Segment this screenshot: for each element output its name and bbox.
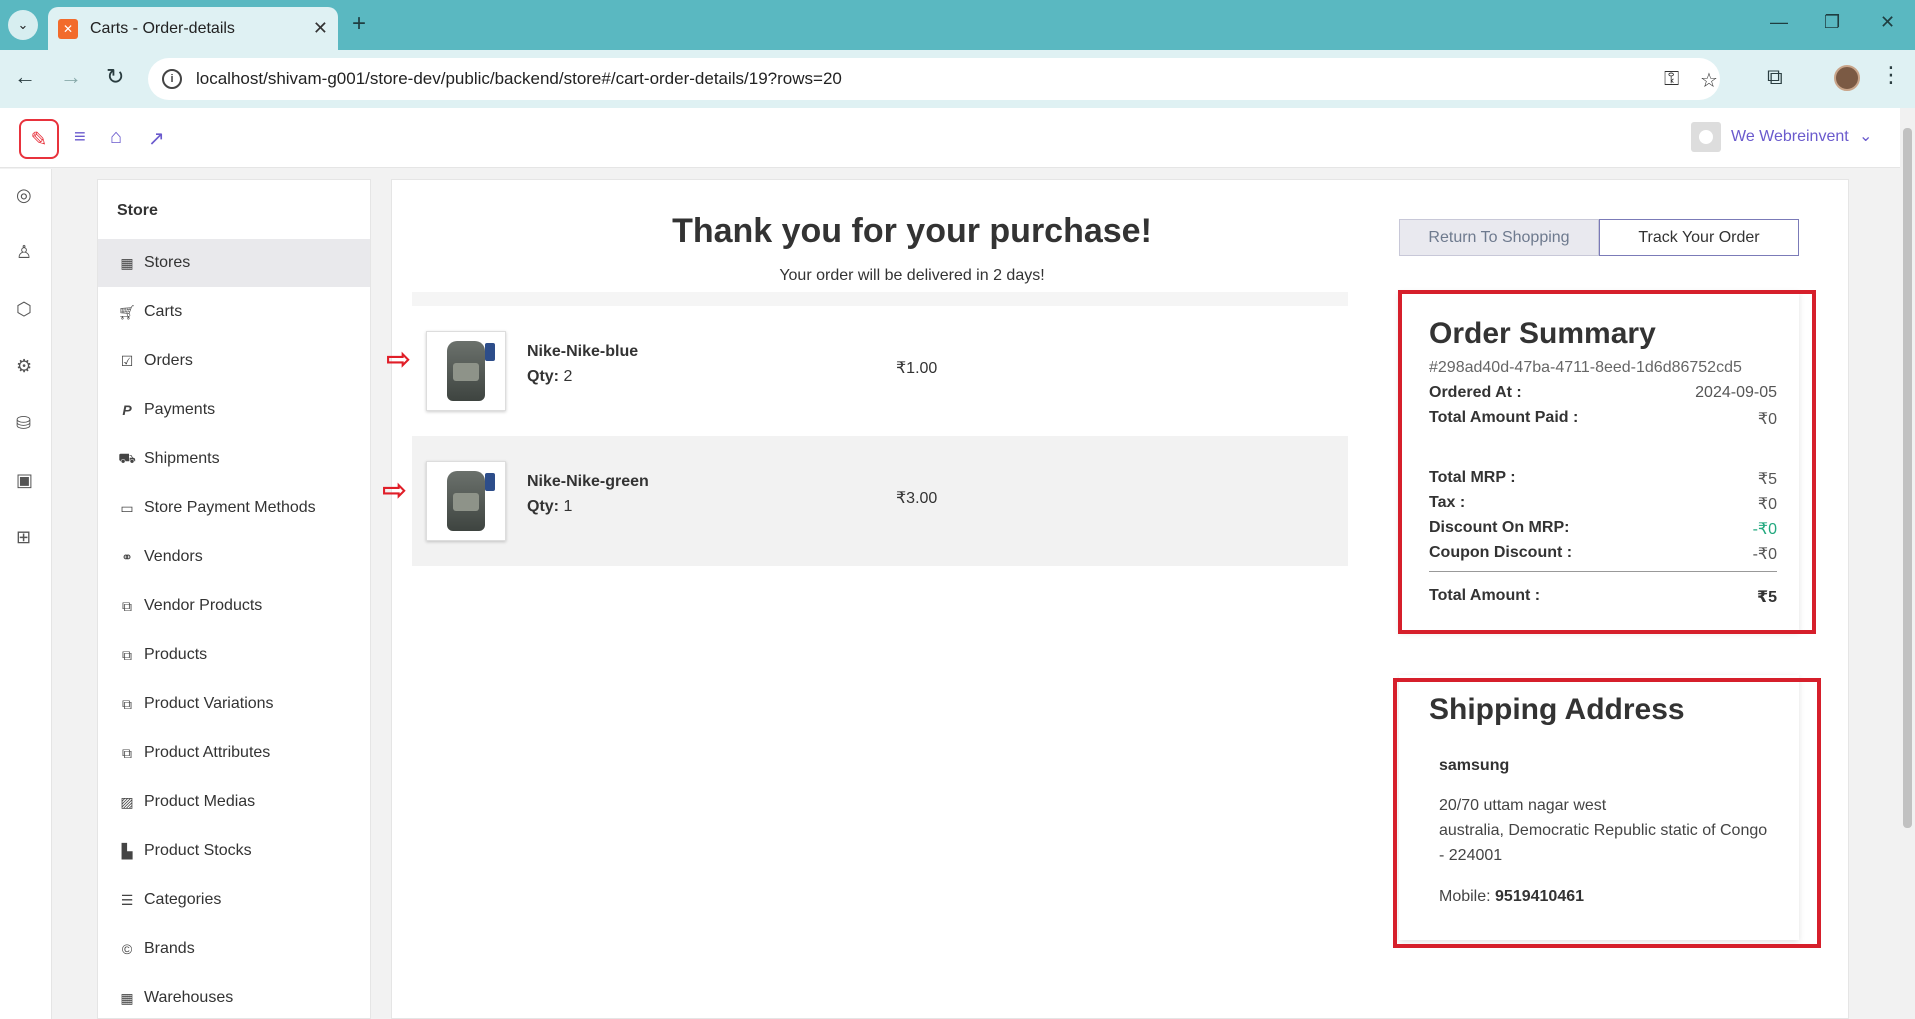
gear-icon[interactable]: ⚙ [16,356,32,377]
restore-button[interactable]: ❐ [1824,12,1840,33]
truck-icon: ⛟ [118,449,136,466]
database-icon[interactable]: ⛁ [16,413,31,434]
page-scrollbar[interactable] [1900,108,1915,1019]
sidebar-item-product-medias[interactable]: ▨ Product Medias [98,778,370,826]
user-icon[interactable]: ♙ [16,242,32,263]
sidebar-item-vendor-products[interactable]: ⧉ Vendor Products [98,582,370,630]
compass-icon[interactable]: ◎ [16,185,32,206]
sidebar-item-shipments[interactable]: ⛟ Shipments [98,435,370,483]
url-input[interactable]: i localhost/shivam-g001/store-dev/public… [148,58,1720,100]
browser-tab[interactable]: ✕ Carts - Order-details ✕ [48,7,338,50]
sidebar-item-orders[interactable]: ☑ Orders [98,337,370,385]
browser-menu-icon[interactable]: ⋮ [1880,62,1902,88]
sidebar-item-brands[interactable]: © Brands [98,925,370,973]
chevron-down-icon[interactable]: ⌄ [1859,126,1872,146]
favicon-icon: ✕ [58,18,78,39]
image-icon: ▨ [120,793,134,810]
window-close-button[interactable]: ✕ [1880,12,1895,33]
sidebar-item-product-variations[interactable]: ⧉ Product Variations [98,680,370,728]
scrollbar-thumb[interactable] [1903,128,1912,828]
tab-search-button[interactable]: ⌄ [8,10,38,40]
order-details-panel: Thank you for your purchase! Your order … [382,179,1849,1019]
tab-title: Carts - Order-details [90,19,235,37]
copy-icon: ⧉ [122,646,132,663]
product-image [426,331,506,411]
sidebar-title: Store [117,202,158,219]
sidebar-item-payments[interactable]: P Payments [98,386,370,434]
new-tab-button[interactable]: + [352,10,366,38]
sidebar-item-stores[interactable]: ▦ Stores [98,239,370,287]
reload-button[interactable]: ↻ [106,64,124,90]
copy-icon: ⧉ [122,597,132,614]
product-qty: Qty: 2 [527,368,573,385]
url-text: localhost/shivam-g001/store-dev/public/b… [196,69,842,88]
grid-icon[interactable]: ⊞ [16,527,31,548]
sidebar-item-carts[interactable]: 🛒︎ Carts [98,288,370,336]
credit-card-icon: ▭ [120,499,134,516]
product-name: Nike-Nike-green [527,473,649,490]
site-info-icon[interactable]: i [162,69,182,89]
page-title: Thank you for your purchase! [672,212,1152,250]
external-link-icon[interactable]: ↗ [148,126,165,151]
handshake-icon: ⚭ [121,548,133,565]
building-icon: ▦ [120,989,134,1006]
box-icon[interactable]: ⬡ [16,299,32,320]
store-sidebar: Store ▦ Stores 🛒︎ Carts ☑ Orders P Payments … [97,179,371,1019]
highlight-box [1398,290,1816,634]
user-name[interactable]: We Webreinvent [1731,128,1849,146]
image-icon[interactable]: ▣ [16,470,33,491]
app-logo-icon[interactable]: ✎ [19,119,59,159]
key-icon[interactable]: ⚿ [1664,68,1679,91]
product-qty: Qty: 1 [527,498,573,515]
profile-avatar[interactable] [1834,65,1860,91]
sidebar-item-vendors[interactable]: ⚭ Vendors [98,533,370,581]
address-bar: ← → ↻ i localhost/shivam-g001/store-dev/… [0,50,1915,108]
home-icon[interactable]: ⌂ [110,126,122,149]
order-item-row: Nike-Nike-blue Qty: 2 ₹1.00 [412,306,1348,436]
sidebar-item-product-attributes[interactable]: ⧉ Product Attributes [98,729,370,777]
red-arrow-icon: ⇨ [382,474,408,507]
highlight-box [1393,678,1821,948]
building-icon: ▦ [120,254,134,271]
delivery-message: Your order will be delivered in 2 days! [779,267,1045,284]
browser-tab-bar: ⌄ ✕ Carts - Order-details ✕ + — ❐ ✕ [0,0,1915,50]
list-icon: ☰ [120,891,134,908]
sidebar-item-products[interactable]: ⧉ Products [98,631,370,679]
extensions-icon[interactable]: ⧉ [1767,64,1783,90]
red-arrow-icon: ⇨ [386,343,412,376]
minimize-button[interactable]: — [1770,12,1788,33]
close-icon[interactable]: ✕ [313,18,328,39]
check-square-icon: ☑ [120,352,134,369]
chart-icon: ▙ [121,842,133,859]
icon-rail: ◎ ♙ ⬡ ⚙ ⛁ ▣ ⊞ [0,169,52,1019]
star-icon[interactable]: ☆ [1700,68,1718,93]
return-to-shopping-button[interactable]: Return To Shopping [1399,219,1599,256]
menu-icon[interactable]: ≡ [74,126,86,149]
copyright-icon: © [121,941,133,957]
app-header: ✎ ≡ ⌂ ↗ We Webreinvent ⌄ [0,108,1900,168]
sidebar-item-categories[interactable]: ☰ Categories [98,876,370,924]
sidebar-item-product-stocks[interactable]: ▙ Product Stocks [98,827,370,875]
cart-icon: 🛒︎ [118,303,136,320]
product-image [426,461,506,541]
product-price: ₹1.00 [896,360,938,377]
track-order-button[interactable]: Track Your Order [1599,219,1799,256]
forward-button[interactable]: → [60,64,82,90]
product-price: ₹3.00 [896,490,938,507]
sidebar-item-store-payment-methods[interactable]: ▭ Store Payment Methods [98,484,370,532]
copy-icon: ⧉ [122,695,132,712]
user-avatar[interactable] [1691,122,1721,152]
paypal-icon: P [122,402,132,418]
product-name: Nike-Nike-blue [527,343,639,360]
divider [412,292,1348,306]
order-item-row: Nike-Nike-green Qty: 1 ₹3.00 [412,436,1348,566]
sidebar-item-warehouses[interactable]: ▦ Warehouses [98,974,370,1019]
back-button[interactable]: ← [14,64,36,90]
copy-icon: ⧉ [122,744,132,761]
